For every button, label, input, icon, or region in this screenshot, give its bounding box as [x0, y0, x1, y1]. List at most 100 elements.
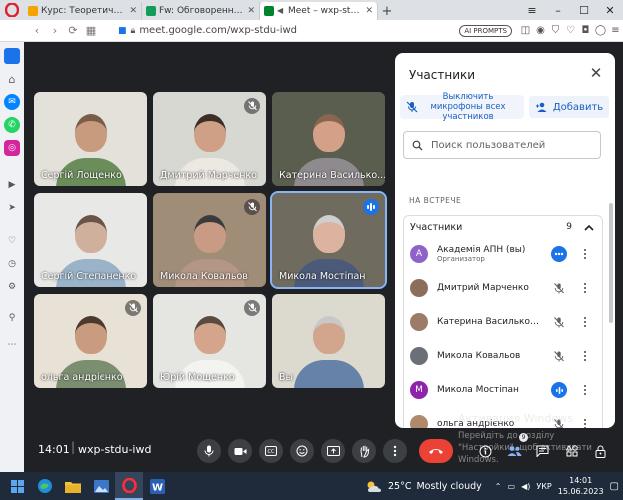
panel-scrollbar[interactable]: [609, 203, 613, 323]
home-icon[interactable]: ⌂: [4, 71, 20, 87]
whatsapp-icon[interactable]: ✆: [4, 117, 20, 133]
history-icon[interactable]: ◷: [4, 256, 20, 272]
more-vertical-icon[interactable]: [580, 382, 590, 398]
gift-icon[interactable]: ◘: [578, 20, 593, 42]
hang-up-icon: [429, 449, 443, 454]
tab-mail[interactable]: Fw: Обговорення • olexa ✕: [142, 2, 260, 20]
filter-icon[interactable]: ≡: [519, 0, 545, 20]
photos-icon[interactable]: [87, 472, 115, 500]
add-people-button[interactable]: Добавить: [529, 96, 609, 118]
video-tile[interactable]: Микола Ковальов: [153, 193, 266, 287]
video-tile[interactable]: Катерина Василько...: [272, 92, 385, 186]
player-icon[interactable]: ▶: [4, 177, 20, 193]
mic-off-icon[interactable]: [551, 314, 567, 330]
pin-icon[interactable]: ⚲: [4, 310, 20, 326]
file-explorer-icon[interactable]: [59, 472, 87, 500]
close-panel-icon[interactable]: ✕: [587, 64, 605, 82]
opera-taskbar-icon[interactable]: [115, 472, 143, 500]
video-tile[interactable]: Сергій Лощенко: [34, 92, 147, 186]
participant-row[interactable]: Катерина Васильковс...: [404, 306, 604, 338]
microphone-button[interactable]: [197, 439, 221, 463]
heart-icon[interactable]: ♡: [563, 20, 578, 42]
participant-row[interactable]: Дмитрий Марченко: [404, 272, 604, 304]
messenger-icon[interactable]: ✉: [4, 94, 20, 110]
more-vertical-icon[interactable]: [580, 246, 590, 262]
notifications-icon[interactable]: ▢: [610, 481, 619, 492]
close-icon[interactable]: ✕: [365, 6, 373, 16]
mic-off-icon[interactable]: [551, 348, 567, 364]
camera-button[interactable]: [228, 439, 252, 463]
chevron-up-tray-icon[interactable]: ⌃: [495, 482, 502, 491]
close-icon[interactable]: ✕: [129, 6, 137, 16]
chat-button[interactable]: [532, 441, 552, 461]
snapshot-camera-icon[interactable]: ◉: [533, 20, 548, 42]
participants-group-header[interactable]: Участники 9: [404, 216, 602, 238]
video-tile[interactable]: Вы: [272, 294, 385, 388]
participant-row[interactable]: A Академія АПН (вы) Организатор: [404, 238, 604, 270]
profile-icon[interactable]: ◯: [593, 20, 608, 42]
shield-icon[interactable]: ⛉: [548, 20, 563, 42]
opera-logo-icon[interactable]: [0, 0, 24, 20]
back-icon[interactable]: ‹: [28, 20, 46, 42]
weather-widget[interactable]: 25°C Mostly cloudy: [365, 480, 482, 493]
screenshot-icon[interactable]: ◫: [518, 20, 533, 42]
more-vertical-icon[interactable]: [580, 416, 590, 428]
speed-dial-icon[interactable]: [4, 48, 20, 64]
mute-all-button[interactable]: Выключить микрофоны всех участников: [400, 92, 524, 122]
word-icon[interactable]: W: [143, 472, 171, 500]
people-button[interactable]: [504, 441, 524, 461]
more-vertical-icon[interactable]: [580, 314, 590, 330]
present-button[interactable]: [321, 439, 345, 463]
video-camera-icon: [234, 447, 246, 455]
tabs-grid-icon[interactable]: ▦: [82, 20, 100, 42]
tab-meet[interactable]: ◀ Meet – wxp-stdu-iwd ✕: [260, 2, 378, 20]
send-icon[interactable]: ➤: [4, 200, 20, 216]
tab-course[interactable]: Курс: Теоретичні основи ✕: [24, 2, 142, 20]
lock-icon[interactable]: 🔒︎: [131, 26, 136, 36]
captions-button[interactable]: CC: [259, 439, 283, 463]
maximize-icon[interactable]: ☐: [571, 0, 597, 20]
more-options-button[interactable]: [383, 439, 407, 463]
instagram-icon[interactable]: ◎: [4, 140, 20, 156]
host-controls-button[interactable]: [590, 441, 610, 461]
ai-prompts-badge[interactable]: AI PROMPTS: [459, 24, 512, 37]
more-vertical-icon[interactable]: [580, 348, 590, 364]
reload-icon[interactable]: ⟳: [64, 20, 82, 42]
forward-icon[interactable]: ›: [46, 20, 64, 42]
raise-hand-button[interactable]: [352, 439, 376, 463]
more-vertical-icon[interactable]: [580, 280, 590, 296]
close-icon[interactable]: ✕: [247, 6, 255, 16]
video-tile[interactable]: Дмитрий Марченко: [153, 92, 266, 186]
menu-icon[interactable]: ≡: [608, 20, 623, 42]
new-tab-button[interactable]: +: [378, 2, 396, 20]
language-indicator[interactable]: УКР: [536, 482, 551, 491]
heart-sidebar-icon[interactable]: ♡: [4, 233, 20, 249]
participant-name: Академія АПН (вы): [437, 245, 526, 255]
participant-row[interactable]: M Микола Мостіпан: [404, 374, 604, 406]
minimize-icon[interactable]: –: [545, 0, 571, 20]
search-users-input[interactable]: Поиск пользователей: [403, 131, 601, 159]
close-window-icon[interactable]: ✕: [597, 0, 623, 20]
video-tile[interactable]: Юрій Мощенко: [153, 294, 266, 388]
participant-face: [193, 114, 226, 152]
more-icon[interactable]: ⋯: [4, 337, 20, 353]
settings-icon[interactable]: ⚙: [4, 279, 20, 295]
activities-button[interactable]: [562, 441, 582, 461]
video-tile[interactable]: ольга андрієнко: [34, 294, 147, 388]
participant-row[interactable]: Микола Ковальов: [404, 340, 604, 372]
reactions-button[interactable]: [290, 439, 314, 463]
clock[interactable]: 14:01 15.06.2023: [558, 475, 604, 497]
leave-call-button[interactable]: [419, 439, 453, 463]
url-field[interactable]: ■ 🔒︎ meet.google.com/wxp-stdu-iwd: [118, 25, 459, 36]
chevron-up-icon[interactable]: [584, 224, 594, 231]
network-icon[interactable]: ▭: [508, 482, 516, 491]
video-tile[interactable]: Микола Мостіпан: [270, 191, 387, 289]
info-icon: [479, 445, 491, 457]
volume-icon[interactable]: ◀): [521, 482, 530, 491]
meeting-info-button[interactable]: [475, 441, 495, 461]
speaker-icon[interactable]: ◀: [277, 6, 285, 16]
video-tile[interactable]: Сергій Степаненко: [34, 193, 147, 287]
windows-start-icon[interactable]: [3, 472, 31, 500]
edge-icon[interactable]: [31, 472, 59, 500]
mic-off-icon[interactable]: [551, 280, 567, 296]
